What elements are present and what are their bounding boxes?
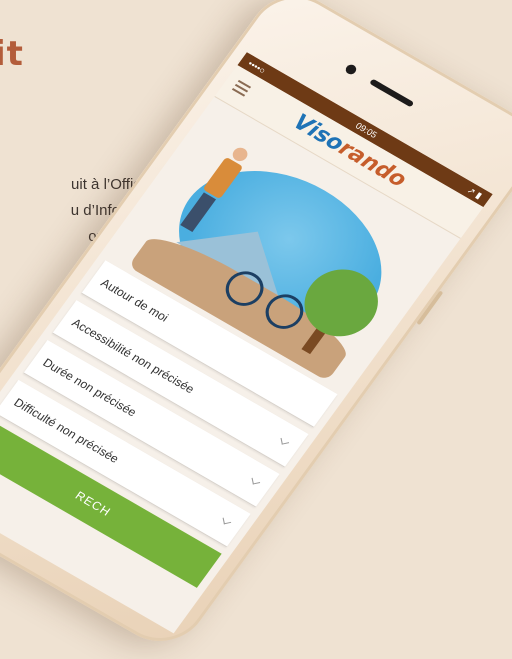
- speaker-icon: [369, 78, 415, 108]
- chevron-down-icon: [222, 516, 232, 525]
- page-title: it: [0, 34, 24, 74]
- chevron-down-icon: [251, 476, 261, 485]
- menu-icon[interactable]: [230, 79, 252, 99]
- camera-icon: [343, 62, 359, 77]
- chevron-down-icon: [280, 436, 290, 445]
- side-button: [416, 290, 444, 326]
- phone-device: ••••○ 09:05 ↗ ▮ Visorando Autour de moi …: [0, 0, 512, 657]
- phone-screen: ••••○ 09:05 ↗ ▮ Visorando Autour de moi …: [0, 52, 493, 634]
